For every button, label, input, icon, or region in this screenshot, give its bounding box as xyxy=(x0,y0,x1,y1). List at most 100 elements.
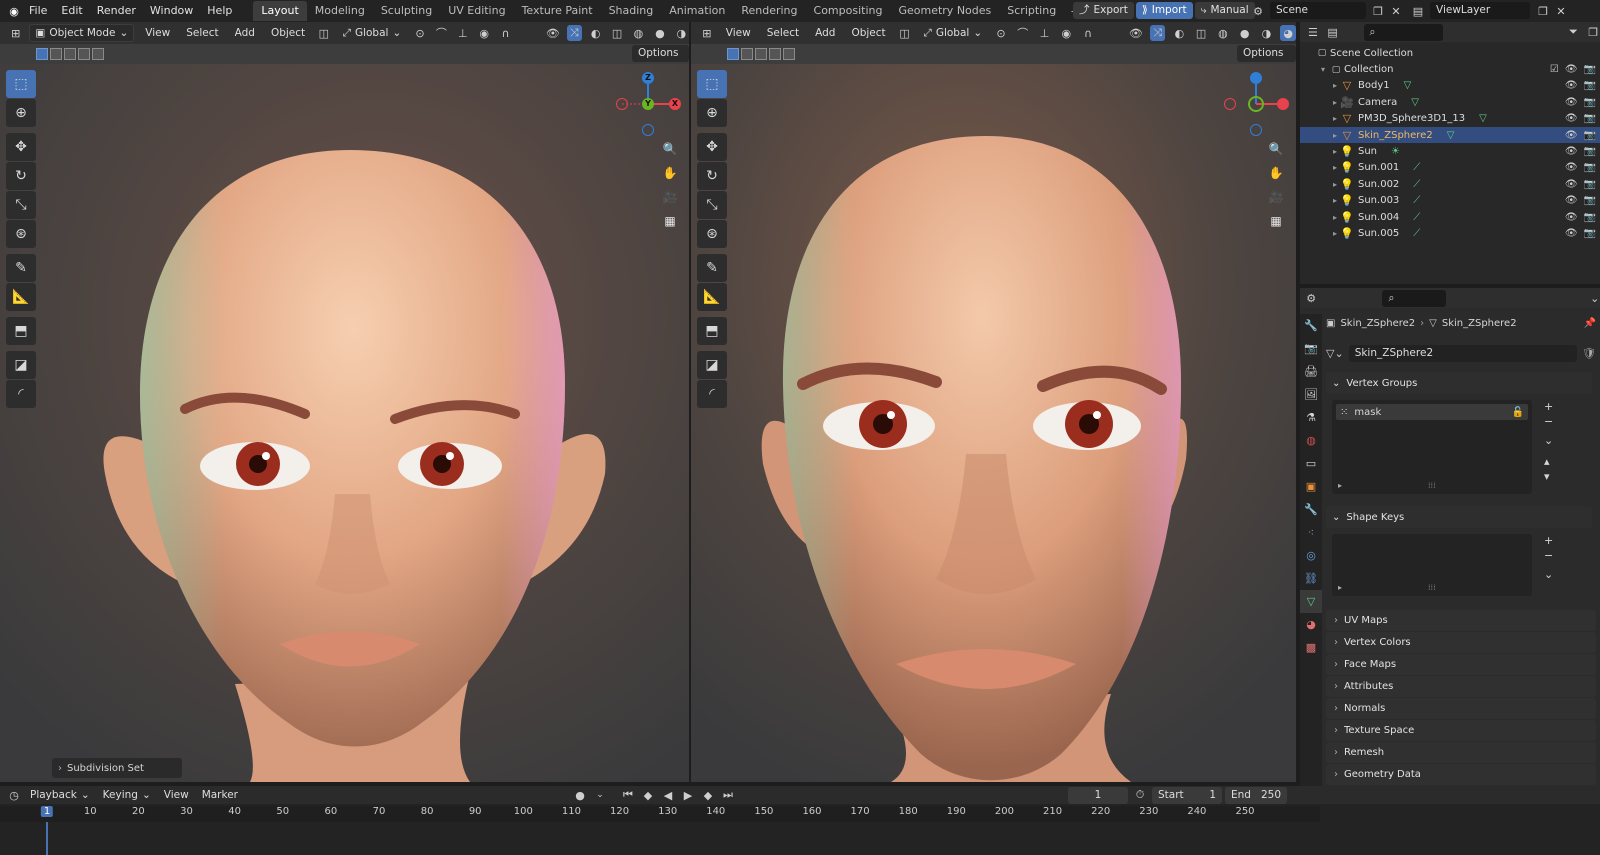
outliner-row-sun-004[interactable]: ▸ 💡 Sun.004 ⟋ 👁 📷 xyxy=(1300,209,1600,225)
object-tab-icon[interactable]: ▣ xyxy=(1300,475,1322,498)
rotate-tool[interactable]: ↻ xyxy=(697,162,727,190)
material-tab-icon[interactable]: ◕ xyxy=(1300,613,1322,636)
mesh-data-icon[interactable]: ▽ xyxy=(1479,113,1487,124)
specials-chevron-icon[interactable]: ⌄ xyxy=(1544,568,1553,581)
camera-view-icon[interactable]: 🎥 xyxy=(659,186,681,208)
select-new-icon[interactable] xyxy=(36,48,48,60)
outliner-search-input[interactable]: ⌕ xyxy=(1363,23,1443,41)
camera-render-icon[interactable]: 📷 xyxy=(1584,195,1596,206)
end-frame-field[interactable]: End 250 xyxy=(1225,786,1287,804)
bevel-tool[interactable]: ◜ xyxy=(6,380,36,408)
menu-view[interactable]: View xyxy=(140,24,175,42)
measure-tool[interactable]: 📐 xyxy=(6,283,36,311)
panel-attributes[interactable]: › Attributes xyxy=(1326,676,1596,697)
tab-layout[interactable]: Layout xyxy=(253,1,307,21)
list-resize-icon[interactable]: ⁞⁞⁞ xyxy=(1428,481,1436,490)
scene-close-icon[interactable]: ✕ xyxy=(1388,3,1404,19)
snap-target-icon[interactable]: ⊥ xyxy=(1037,25,1053,41)
tab-geometry-nodes[interactable]: Geometry Nodes xyxy=(890,1,999,21)
record-icon[interactable]: ● xyxy=(572,787,588,803)
filter-icon[interactable]: ⏷ xyxy=(1567,24,1581,40)
eye-icon[interactable]: 👁 xyxy=(1565,146,1578,157)
gizmo-y-icon[interactable]: Y xyxy=(642,98,654,110)
fake-user-icon[interactable]: 🛡 xyxy=(1582,347,1596,360)
overlay-icon[interactable]: ◐ xyxy=(1171,25,1187,41)
expand-arrow-icon[interactable]: ▸ xyxy=(1330,229,1340,238)
new-collection-icon[interactable]: ❐ xyxy=(1586,24,1600,40)
start-frame-field[interactable]: Start 1 xyxy=(1152,786,1222,804)
light-data-icon[interactable]: ⟋ xyxy=(1413,228,1420,239)
light-data-icon[interactable]: ⟋ xyxy=(1413,179,1420,190)
preview-range-icon[interactable]: ⏱ xyxy=(1132,787,1148,803)
gizmo-neg-x-icon[interactable] xyxy=(1224,98,1236,110)
add-icon[interactable]: + xyxy=(1544,400,1553,413)
options-dropdown[interactable]: Options ⌄ xyxy=(632,45,689,76)
outliner-row-body1[interactable]: ▸ ▽ Body1 ▽ 👁 📷 xyxy=(1300,78,1600,94)
menu-view[interactable]: View xyxy=(721,24,756,42)
menu-help[interactable]: Help xyxy=(200,0,239,22)
light-data-icon[interactable]: ☀ xyxy=(1391,146,1400,157)
xray-icon[interactable]: ◫ xyxy=(609,25,624,41)
select-extend-icon[interactable] xyxy=(741,48,753,60)
select-box-tool[interactable]: ⬚ xyxy=(6,70,36,98)
expand-arrow-icon[interactable]: ▸ xyxy=(1330,213,1340,222)
menu-marker[interactable]: Marker xyxy=(197,786,243,804)
world-tab-icon[interactable]: ◍ xyxy=(1300,429,1322,452)
select-box-tool[interactable]: ⬚ xyxy=(697,70,727,98)
menu-object[interactable]: Object xyxy=(846,24,890,42)
expand-arrow-icon[interactable]: ▸ xyxy=(1330,196,1340,205)
scene-field[interactable]: Scene xyxy=(1270,2,1366,19)
visibility-icon[interactable]: 👁 xyxy=(545,25,560,41)
select-new-icon[interactable] xyxy=(727,48,739,60)
gizmo-z-icon[interactable] xyxy=(1250,72,1262,84)
lock-icon[interactable]: 🔓 xyxy=(1512,407,1524,418)
move-tool[interactable]: ✥ xyxy=(6,133,36,161)
chevron-down-icon[interactable]: ⌄ xyxy=(592,787,608,803)
physics-tab-icon[interactable]: ◎ xyxy=(1300,544,1322,567)
blender-logo-icon[interactable]: ◉ xyxy=(6,3,22,19)
mesh-browse-icon[interactable]: ▽⌄ xyxy=(1326,347,1344,360)
options-dropdown[interactable]: Options ⌄ xyxy=(1237,45,1296,76)
scale-tool[interactable]: ⤡ xyxy=(6,191,36,219)
select-subtract-icon[interactable] xyxy=(755,48,767,60)
prev-keyframe-icon[interactable]: ◆ xyxy=(640,787,656,803)
select-intersect-icon[interactable] xyxy=(783,48,795,60)
play-reverse-icon[interactable]: ◀ xyxy=(660,787,676,803)
pin-icon[interactable]: 📌 xyxy=(1584,318,1596,329)
select-intersect-icon[interactable] xyxy=(92,48,104,60)
collection-row[interactable]: ▾ ▢ Collection ☑ 👁 📷 xyxy=(1300,61,1600,77)
export-button[interactable]: ⤴ Export xyxy=(1073,2,1134,19)
pivot-icon[interactable]: ⊙ xyxy=(993,25,1009,41)
ortho-grid-icon[interactable]: ▦ xyxy=(659,210,681,232)
tab-rendering[interactable]: Rendering xyxy=(733,1,805,21)
expand-arrow-icon[interactable]: ▸ xyxy=(1330,81,1340,90)
shape-keys-header[interactable]: ⌄ Shape Keys xyxy=(1326,506,1592,528)
mesh-name-field[interactable]: Skin_ZSphere2 xyxy=(1348,344,1578,362)
panel-remesh[interactable]: › Remesh xyxy=(1326,742,1596,763)
menu-add[interactable]: Add xyxy=(230,24,260,42)
gizmo-neg-z-icon[interactable] xyxy=(642,124,654,136)
display-mode-icon[interactable]: ▤ xyxy=(1326,24,1340,40)
menu-add[interactable]: Add xyxy=(810,24,840,42)
view-layer-tab-icon[interactable]: 🖼 xyxy=(1300,383,1322,406)
expand-arrow-icon[interactable]: ▾ xyxy=(1318,65,1328,74)
gizmo-x-icon[interactable]: X xyxy=(669,98,681,110)
select-invert-icon[interactable] xyxy=(78,48,90,60)
eye-icon[interactable]: 👁 xyxy=(1565,179,1578,190)
gizmo-z-icon[interactable]: Z xyxy=(642,72,654,84)
outliner-row-sun-005[interactable]: ▸ 💡 Sun.005 ⟋ 👁 📷 xyxy=(1300,225,1600,241)
editor-type-icon[interactable]: ⊞ xyxy=(8,25,23,41)
camera-view-icon[interactable]: 🎥 xyxy=(1265,186,1287,208)
mode-dropdown[interactable]: ▣ Object Mode ⌄ xyxy=(29,24,135,42)
gizmo-x-icon[interactable] xyxy=(1277,98,1289,110)
gizmo-toggle-icon[interactable]: ⤨ xyxy=(566,25,582,41)
expand-arrow-icon[interactable]: ▸ xyxy=(1330,180,1340,189)
expand-arrow-icon[interactable]: ▸ xyxy=(1330,163,1340,172)
list-resize-icon[interactable]: ⁞⁞⁞ xyxy=(1428,583,1436,592)
falloff-icon[interactable]: ∩ xyxy=(498,25,513,41)
specials-chevron-icon[interactable]: ⌄ xyxy=(1544,434,1553,447)
next-keyframe-icon[interactable]: ◆ xyxy=(700,787,716,803)
vertex-group-list[interactable]: ⁙ mask 🔓 ▸ ⁞⁞⁞ xyxy=(1332,400,1532,494)
import-button[interactable]: ⟫ Import xyxy=(1135,2,1193,19)
light-data-icon[interactable]: ⟋ xyxy=(1413,212,1420,223)
